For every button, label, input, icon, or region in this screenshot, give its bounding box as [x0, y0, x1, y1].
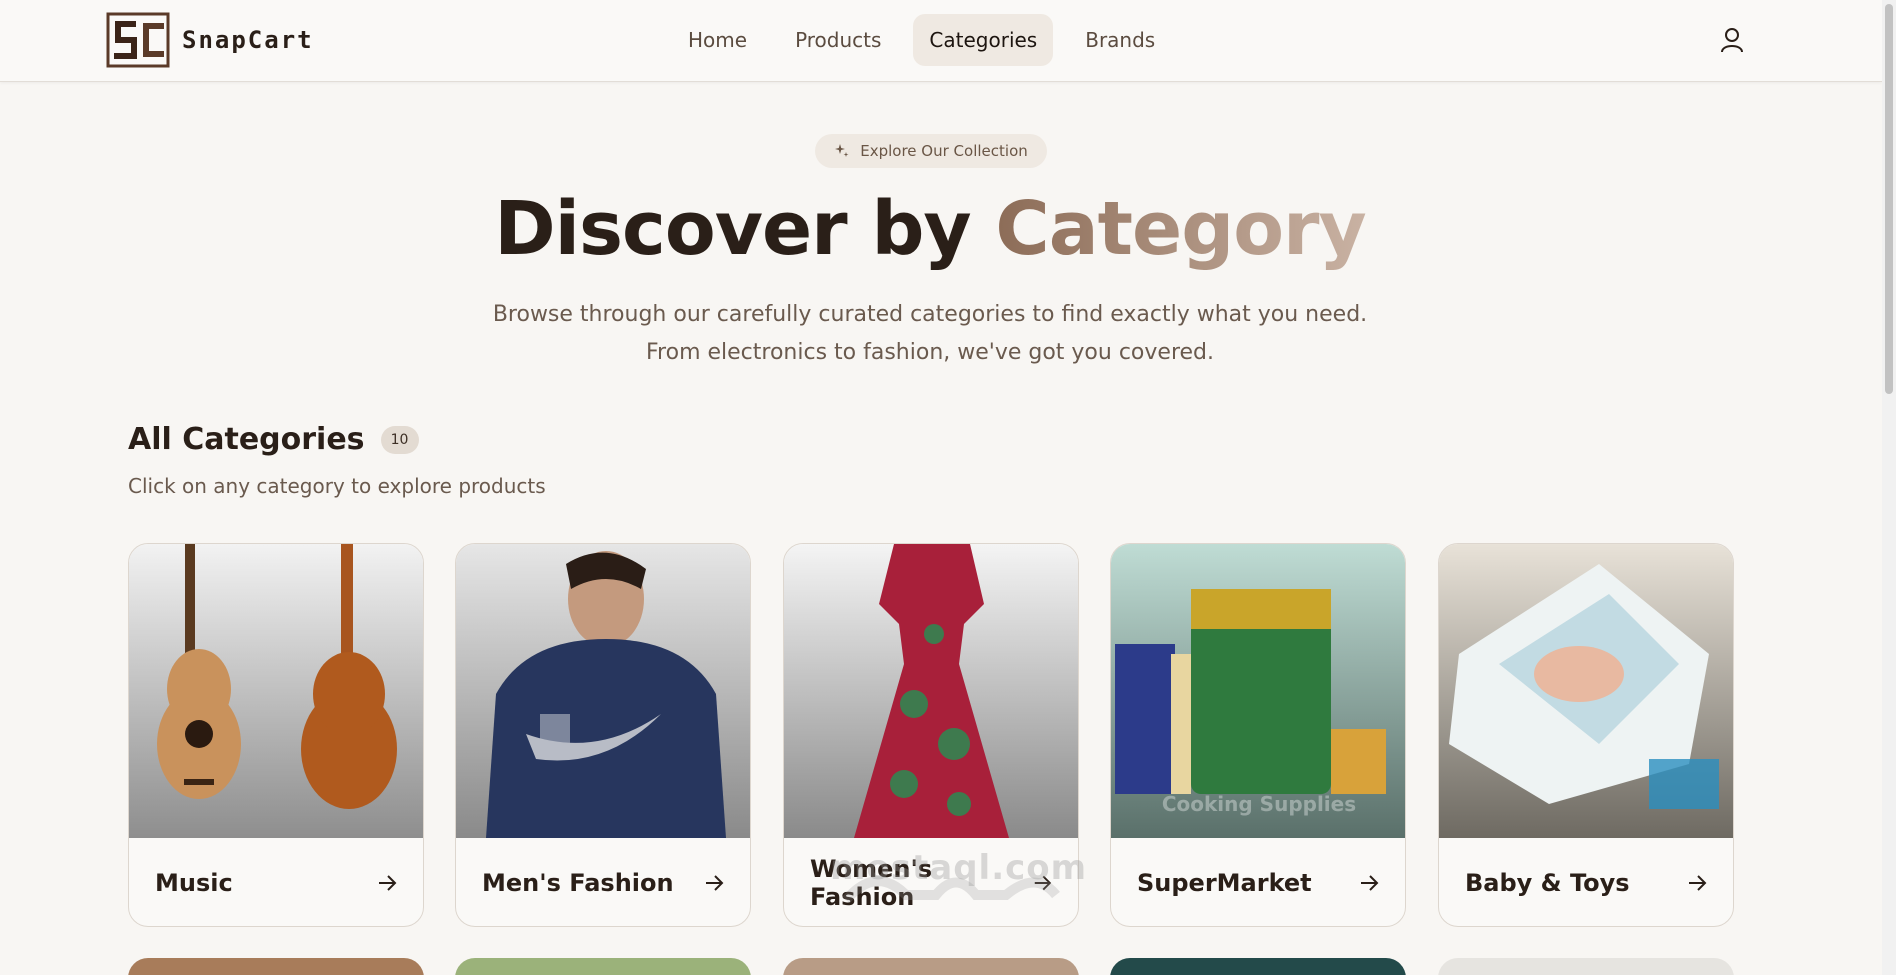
page-title-main: Discover by	[494, 186, 971, 272]
arrow-right-icon	[1689, 875, 1707, 891]
category-image	[1439, 544, 1733, 838]
watermark-text: mostaql.com	[830, 848, 1088, 888]
category-image: Cooking Supplies	[1111, 544, 1405, 838]
category-card-partial[interactable]	[1438, 958, 1734, 975]
page-title: Discover by Category	[0, 186, 1860, 272]
card-footer: Music	[129, 838, 423, 926]
page-title-accent: Category	[995, 186, 1366, 272]
nav-brands[interactable]: Brands	[1069, 14, 1171, 66]
user-account-icon[interactable]	[1716, 24, 1748, 56]
explore-pill: Explore Our Collection	[815, 134, 1047, 168]
logo-mark-icon	[106, 12, 170, 68]
category-name: Music	[155, 869, 233, 897]
nav-products[interactable]: Products	[779, 14, 897, 66]
category-card-partial[interactable]	[128, 958, 424, 975]
main-nav: Home Products Categories Brands	[672, 14, 1171, 66]
category-card-partial[interactable]	[455, 958, 751, 975]
arrow-right-icon	[1361, 875, 1379, 891]
card-footer: Men's Fashion	[456, 838, 750, 926]
category-card-mens-fashion[interactable]: Men's Fashion	[455, 543, 751, 927]
category-card-partial[interactable]	[783, 958, 1079, 975]
brand-logo[interactable]: SnapCart	[106, 12, 314, 68]
brand-name: SnapCart	[182, 26, 314, 54]
category-name: Baby & Toys	[1465, 869, 1630, 897]
page-subtitle: Browse through our carefully curated cat…	[492, 302, 1368, 365]
scrollbar[interactable]	[1882, 0, 1896, 975]
category-name: Men's Fashion	[482, 869, 674, 897]
top-navbar: SnapCart Home Products Categories Brands	[0, 0, 1882, 82]
nav-categories[interactable]: Categories	[913, 14, 1054, 66]
section-subtitle: Click on any category to explore product…	[128, 474, 546, 498]
scrollbar-thumb[interactable]	[1885, 4, 1893, 394]
category-card-baby-toys[interactable]: Baby & Toys	[1438, 543, 1734, 927]
explore-pill-label: Explore Our Collection	[860, 142, 1028, 160]
category-card-partial[interactable]	[1110, 958, 1406, 975]
category-image	[129, 544, 423, 838]
card-footer: SuperMarket	[1111, 838, 1405, 926]
nav-home[interactable]: Home	[672, 14, 763, 66]
arrow-right-icon	[379, 875, 397, 891]
card-overlay-label: Cooking Supplies	[1161, 792, 1357, 816]
category-card-music[interactable]: Music	[128, 543, 424, 927]
sparkle-icon	[835, 144, 849, 157]
section-header: All Categories 10	[128, 422, 419, 457]
section-title: All Categories	[128, 422, 365, 457]
category-name: SuperMarket	[1137, 869, 1312, 897]
card-footer: Baby & Toys	[1439, 838, 1733, 926]
category-image	[456, 544, 750, 838]
arrow-right-icon	[706, 875, 724, 891]
category-card-supermarket[interactable]: Cooking Supplies SuperMarket	[1110, 543, 1406, 927]
category-image	[784, 544, 1078, 838]
count-badge: 10	[380, 425, 419, 454]
